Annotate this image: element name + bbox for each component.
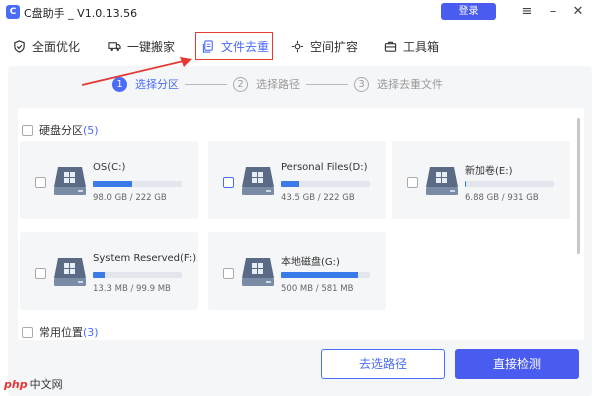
step-label: 选择分区 xyxy=(135,78,179,91)
drive-name: 新加卷(E:) xyxy=(465,166,513,177)
watermark: php 中文网 xyxy=(4,376,63,392)
drive-size: 500 MB / 581 MB xyxy=(281,284,354,294)
drive-card-d[interactable]: Personal Files(D:) 43.5 GB / 222 GB xyxy=(208,141,386,219)
app-title: C盘助手 _ V1.0.13.56 xyxy=(24,7,138,20)
toolbox-icon xyxy=(384,41,397,52)
drive-usage-fill xyxy=(281,272,358,278)
watermark-logo: php xyxy=(4,377,28,391)
tab-toolbox[interactable]: 工具箱 xyxy=(384,30,439,62)
drive-size: 98.0 GB / 222 GB xyxy=(93,193,167,203)
expand-icon xyxy=(291,40,304,52)
drive-checkbox[interactable] xyxy=(35,268,46,279)
disk-drive-icon xyxy=(54,258,86,286)
disk-drive-icon xyxy=(242,258,274,286)
tab-highlight-box xyxy=(195,32,273,60)
close-icon[interactable]: ✕ xyxy=(568,2,588,22)
tab-label: 工具箱 xyxy=(403,39,440,54)
step-connector xyxy=(306,83,348,85)
drive-usage-fill xyxy=(281,181,299,187)
shield-icon xyxy=(14,39,25,53)
tab-label: 空间扩容 xyxy=(310,39,359,54)
drive-name: OS(C:) xyxy=(93,162,126,173)
drive-name: System Reserved(F:) xyxy=(93,253,197,264)
minimize-icon[interactable]: – xyxy=(543,2,563,22)
step-label: 选择去重文件 xyxy=(377,78,443,91)
step-connector xyxy=(185,83,227,85)
common-count: (3) xyxy=(83,325,99,339)
tab-label: 全面优化 xyxy=(32,39,81,54)
common-select-all-checkbox[interactable] xyxy=(22,326,33,338)
common-section-header[interactable]: 常用位置 (3) xyxy=(22,324,99,340)
menu-icon[interactable]: ≡ xyxy=(517,2,537,22)
drive-checkbox[interactable] xyxy=(407,177,418,188)
drive-usage-bar xyxy=(93,272,182,278)
drive-card-e[interactable]: 新加卷(E:) 6.88 GB / 931 GB xyxy=(392,141,570,219)
vertical-scrollbar[interactable] xyxy=(577,118,580,254)
common-section-label: 常用位置 xyxy=(39,326,83,339)
drive-name: 本地磁盘(G:) xyxy=(281,257,340,268)
tab-space-expand[interactable]: 空间扩容 xyxy=(291,30,358,62)
step-number: 1 xyxy=(112,76,127,92)
drive-list-area: 硬盘分区 (5) OS(C:) 98.0 GB / 222 GB Personal… xyxy=(18,108,584,340)
disk-drive-icon xyxy=(426,167,458,195)
step-label: 选择路径 xyxy=(256,78,300,91)
drive-name: Personal Files(D:) xyxy=(281,162,368,173)
drive-card-g[interactable]: 本地磁盘(G:) 500 MB / 581 MB xyxy=(208,232,386,310)
drive-size: 13.3 MB / 99.9 MB xyxy=(93,284,171,294)
login-button[interactable]: 登录 xyxy=(441,3,496,20)
disk-section-label: 硬盘分区 xyxy=(39,124,83,137)
step-indicator: 1 选择分区 2 选择路径 3 选择去重文件 xyxy=(112,76,443,92)
drive-usage-bar xyxy=(281,181,370,187)
drive-card-f[interactable]: System Reserved(F:) 13.3 MB / 99.9 MB xyxy=(20,232,198,310)
app-logo: C xyxy=(6,5,20,19)
drive-checkbox[interactable] xyxy=(223,268,234,279)
drive-size: 43.5 GB / 222 GB xyxy=(281,193,355,203)
drive-usage-bar xyxy=(281,272,370,278)
step-number: 3 xyxy=(354,76,369,92)
drive-usage-fill xyxy=(93,181,133,187)
watermark-text: 中文网 xyxy=(29,378,63,391)
title-bar: C C盘助手 _ V1.0.13.56 登录 ≡ – ✕ xyxy=(0,0,600,26)
drive-checkbox[interactable] xyxy=(223,177,234,188)
disk-drive-icon xyxy=(54,167,86,195)
disk-select-all-checkbox[interactable] xyxy=(22,124,33,136)
drive-usage-fill xyxy=(93,272,105,278)
disk-section-header[interactable]: 硬盘分区 (5) xyxy=(22,122,99,138)
drive-card-c[interactable]: OS(C:) 98.0 GB / 222 GB xyxy=(20,141,198,219)
drive-size: 6.88 GB / 931 GB xyxy=(465,193,539,203)
drive-usage-bar xyxy=(93,181,182,187)
disk-drive-icon xyxy=(242,167,274,195)
tab-full-optimize[interactable]: 全面优化 xyxy=(13,30,80,62)
tab-label: 一键搬家 xyxy=(127,39,176,54)
disk-count: (5) xyxy=(83,123,99,137)
drive-checkbox[interactable] xyxy=(35,177,46,188)
choose-path-button[interactable]: 去选路径 xyxy=(321,349,445,379)
scan-button[interactable]: 直接检测 xyxy=(455,349,579,379)
drive-usage-bar xyxy=(465,181,554,187)
truck-icon xyxy=(108,41,121,51)
drive-usage-fill xyxy=(465,181,466,187)
step-number: 2 xyxy=(233,76,248,92)
